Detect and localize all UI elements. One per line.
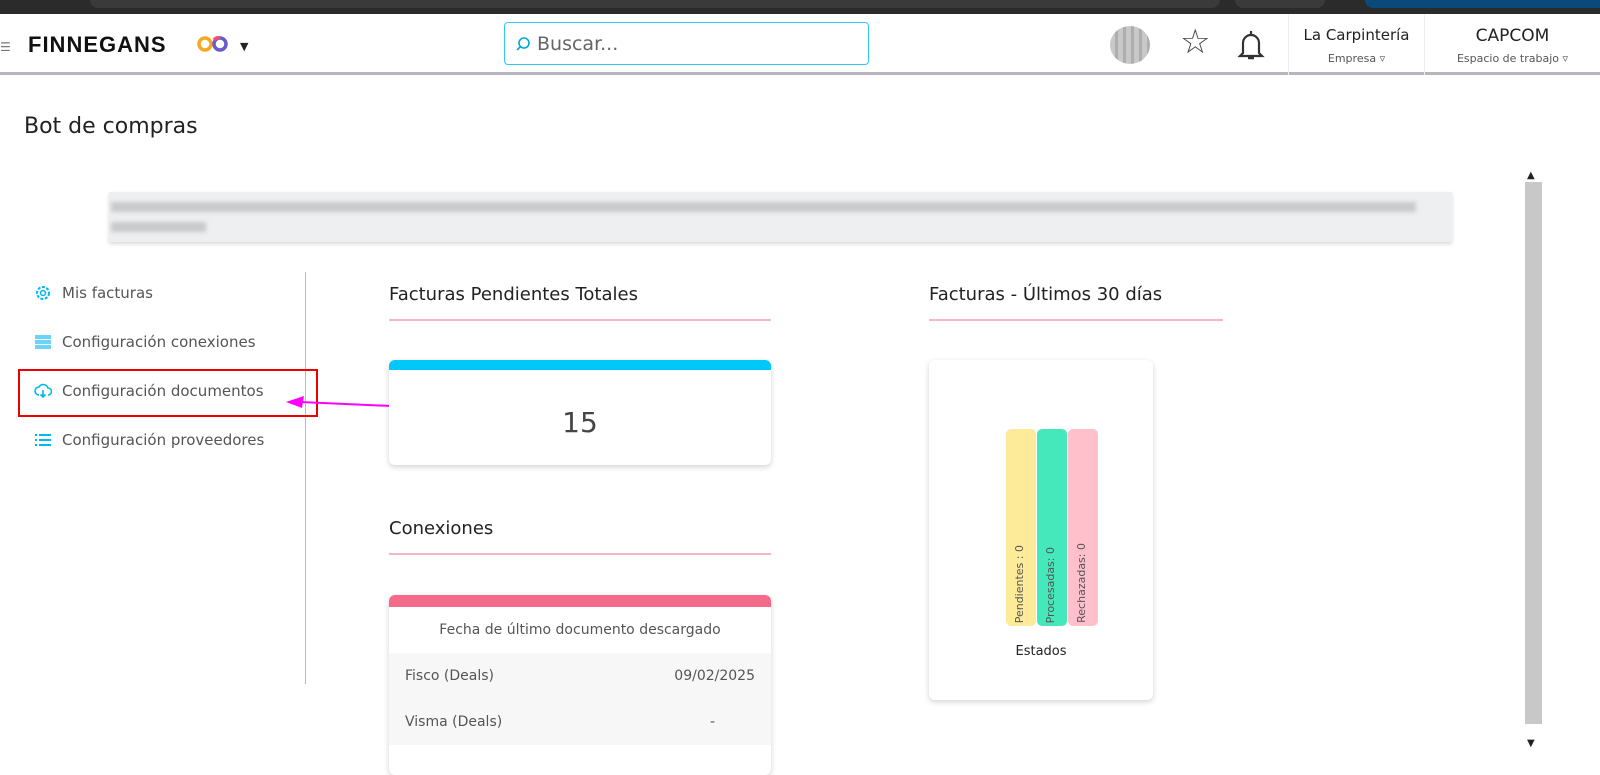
- pending-card: 15: [389, 360, 771, 465]
- page-title: Bot de compras: [24, 114, 198, 139]
- connections-header: Fecha de último documento descargado: [439, 622, 721, 638]
- chart-xlabel: Estados: [1015, 644, 1067, 659]
- workspace-selector[interactable]: CAPCOM Espacio de trabajo ▿: [1424, 14, 1600, 75]
- server-icon: [35, 335, 51, 349]
- search-box[interactable]: [504, 22, 869, 65]
- scroll-down-icon[interactable]: ▼: [1527, 738, 1535, 749]
- search-icon: [516, 36, 530, 51]
- connections-section-title: Conexiones: [389, 518, 771, 555]
- connections-card: Fecha de último documento descargado Fis…: [389, 595, 771, 775]
- bar-label: Procesadas: 0: [1044, 546, 1057, 623]
- sidebar-item-label: Configuración conexiones: [62, 333, 256, 351]
- bar-label: Pendientes : 0: [1013, 544, 1026, 623]
- chevron-down-icon: ▿: [1562, 52, 1569, 65]
- connection-name: Fisco (Deals): [405, 668, 495, 684]
- chart-bar[interactable]: Rechazadas: 0: [1068, 429, 1098, 626]
- chart-title: Facturas - Últimos 30 días: [929, 284, 1223, 321]
- pending-section-title: Facturas Pendientes Totales: [389, 284, 771, 321]
- chevron-down-icon: ▿: [1379, 52, 1386, 65]
- workspace-name: CAPCOM: [1475, 26, 1550, 46]
- chart-bar[interactable]: Procesadas: 0: [1037, 429, 1067, 626]
- highlight-annotation-box: [18, 369, 318, 417]
- workspace-label: Espacio de trabajo: [1456, 52, 1560, 65]
- table-row: Visma (Deals) -: [389, 699, 771, 745]
- search-input[interactable]: [537, 32, 857, 55]
- table-row: Fisco (Deals) 09/02/2025: [389, 653, 771, 699]
- sidebar-item-configuracion-conexiones[interactable]: Configuración conexiones: [34, 333, 256, 351]
- chart-card: Pendientes : 0 Procesadas: 0 Rechazadas: 0…: [929, 360, 1153, 700]
- company-selector[interactable]: La Carpintería Empresa ▿: [1288, 14, 1424, 75]
- bell-icon[interactable]: [1236, 28, 1266, 62]
- sidebar-item-label: Mis facturas: [62, 284, 153, 302]
- chart-bar[interactable]: Pendientes : 0: [1006, 429, 1036, 626]
- company-name: La Carpintería: [1303, 26, 1410, 44]
- info-banner-redacted: [109, 192, 1452, 242]
- connection-date: 09/02/2025: [674, 668, 755, 684]
- browser-chrome: [0, 0, 1600, 14]
- gear-icon: [36, 286, 50, 300]
- sidebar-item-label: Configuración proveedores: [62, 431, 265, 449]
- sidebar-item-configuracion-proveedores[interactable]: Configuración proveedores: [34, 431, 264, 449]
- logo-mark-icon: [197, 36, 228, 52]
- bar-label: Rechazadas: 0: [1075, 543, 1088, 623]
- top-bar: ☰ FINNEGANS ▼ ☆ La Carpintería Empresa ▿…: [0, 14, 1600, 75]
- connection-date: -: [709, 714, 715, 730]
- menu-icon[interactable]: ☰: [0, 40, 11, 54]
- scroll-up-icon[interactable]: ▲: [1527, 170, 1535, 181]
- scrollbar[interactable]: [1525, 182, 1542, 724]
- chevron-down-icon[interactable]: ▼: [240, 40, 248, 53]
- pending-count: 15: [562, 406, 598, 439]
- logo[interactable]: FINNEGANS: [28, 32, 167, 58]
- sidebar-item-mis-facturas[interactable]: Mis facturas: [34, 284, 153, 302]
- list-icon: [35, 434, 51, 446]
- star-icon[interactable]: ☆: [1180, 22, 1210, 62]
- connection-name: Visma (Deals): [405, 714, 503, 730]
- company-label: Empresa: [1327, 52, 1377, 65]
- annotation-arrow-icon: [286, 396, 393, 408]
- user-avatar[interactable]: [1110, 26, 1150, 64]
